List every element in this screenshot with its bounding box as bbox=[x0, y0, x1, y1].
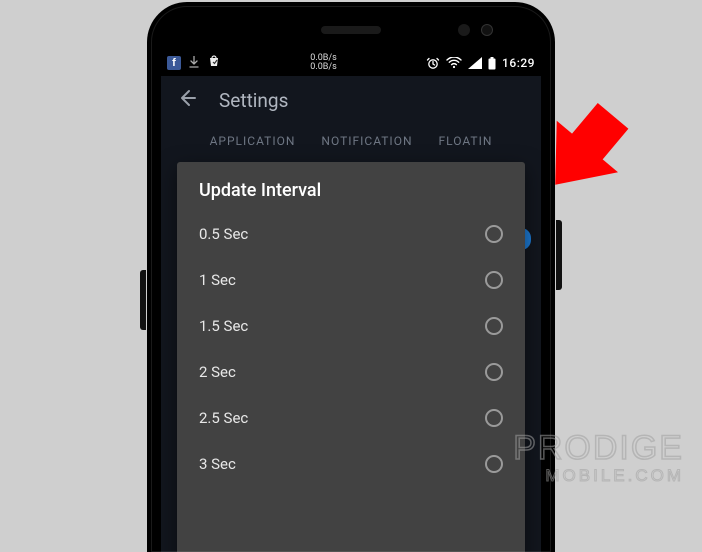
option-label: 2.5 Sec bbox=[199, 409, 248, 427]
status-bar: f 0.0B/s 0.0B/s bbox=[161, 50, 541, 76]
option-1-sec[interactable]: 1 Sec bbox=[177, 257, 525, 303]
tab-application[interactable]: APPLICATION bbox=[210, 134, 296, 148]
wifi-icon bbox=[446, 57, 462, 69]
radio-icon[interactable] bbox=[485, 317, 503, 335]
option-3-sec[interactable]: 3 Sec bbox=[177, 441, 525, 487]
phone-speaker bbox=[321, 26, 381, 34]
tab-notification[interactable]: NOTIFICATION bbox=[321, 134, 412, 148]
alarm-icon bbox=[426, 56, 440, 70]
option-1-5-sec[interactable]: 1.5 Sec bbox=[177, 303, 525, 349]
back-icon[interactable] bbox=[177, 88, 197, 112]
battery-icon bbox=[488, 57, 496, 70]
screen: f 0.0B/s 0.0B/s bbox=[161, 50, 541, 552]
option-label: 3 Sec bbox=[199, 455, 236, 473]
signal-icon bbox=[468, 57, 482, 69]
facebook-icon: f bbox=[167, 56, 181, 70]
radio-icon[interactable] bbox=[485, 271, 503, 289]
radio-icon[interactable] bbox=[485, 455, 503, 473]
page-title: Settings bbox=[219, 89, 288, 112]
play-store-icon bbox=[207, 54, 221, 72]
option-2-5-sec[interactable]: 2.5 Sec bbox=[177, 395, 525, 441]
option-label: 2 Sec bbox=[199, 363, 236, 381]
radio-icon[interactable] bbox=[485, 363, 503, 381]
radio-icon[interactable] bbox=[485, 409, 503, 427]
option-label: 1.5 Sec bbox=[199, 317, 248, 335]
option-label: 1 Sec bbox=[199, 271, 236, 289]
phone-side-button-right bbox=[556, 220, 562, 290]
status-clock: 16:29 bbox=[502, 56, 535, 70]
toolbar: Settings bbox=[161, 76, 541, 124]
net-speed-down: 0.0B/s bbox=[221, 63, 426, 72]
update-interval-dialog: Update Interval 0.5 Sec 1 Sec 1.5 Sec 2 … bbox=[177, 162, 525, 552]
dialog-title: Update Interval bbox=[177, 180, 525, 211]
tabs: APPLICATION NOTIFICATION FLOATIN bbox=[161, 124, 541, 158]
phone-camera bbox=[482, 25, 492, 35]
option-label: 0.5 Sec bbox=[199, 225, 248, 243]
tab-floating[interactable]: FLOATIN bbox=[439, 134, 493, 148]
download-icon bbox=[189, 56, 199, 71]
option-0-5-sec[interactable]: 0.5 Sec bbox=[177, 211, 525, 257]
phone-sensor bbox=[458, 24, 470, 36]
option-2-sec[interactable]: 2 Sec bbox=[177, 349, 525, 395]
phone-side-button-left bbox=[140, 270, 146, 330]
phone-frame: f 0.0B/s 0.0B/s bbox=[147, 2, 555, 552]
radio-icon[interactable] bbox=[485, 225, 503, 243]
